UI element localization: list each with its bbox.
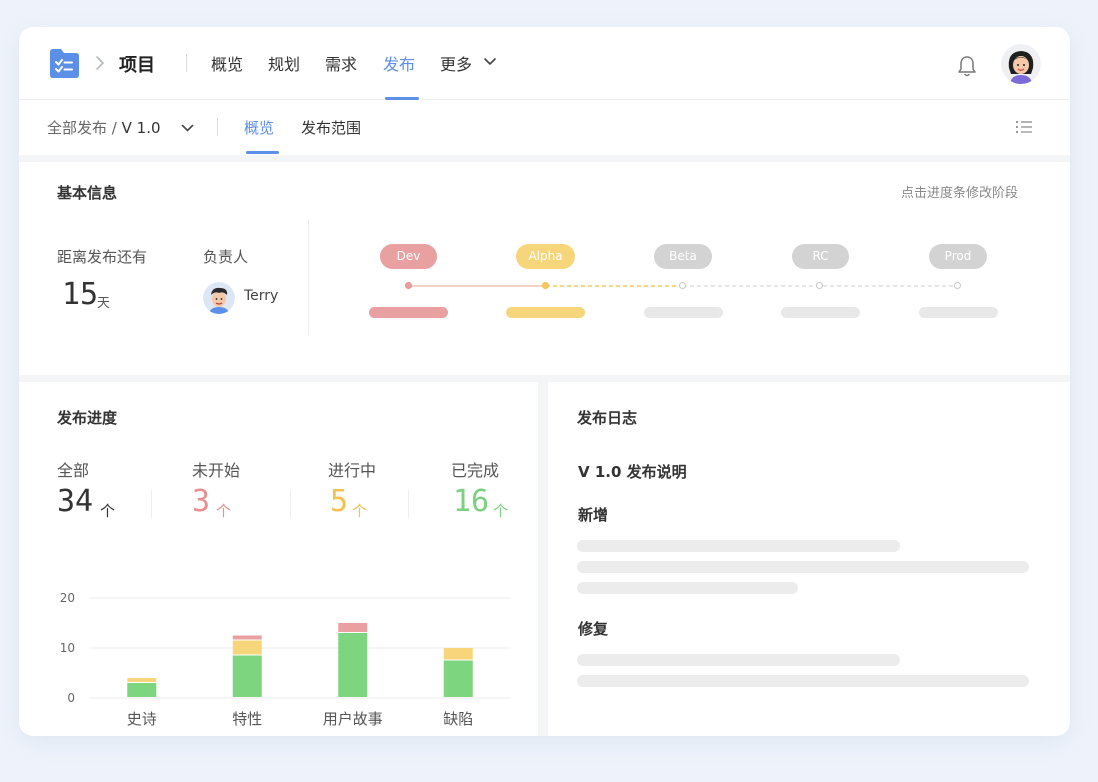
stage-pill-prod[interactable]: Prod — [929, 244, 987, 269]
release-log-card: 发布日志 V 1.0 发布说明 新增 修复 — [548, 382, 1070, 736]
chart-bar-segment — [338, 623, 368, 632]
stage-dot-dev[interactable] — [405, 282, 412, 289]
chart-y-tick-label: 0 — [67, 691, 75, 705]
release-log-title: 发布日志 — [577, 409, 638, 427]
chart-category-label: 特性 — [232, 710, 262, 728]
release-progress-chart: 0 10 20 史诗 特性 用户故事 缺陷 — [60, 591, 511, 728]
list-view-icon[interactable] — [1015, 119, 1033, 135]
section-fix-heading: 修复 — [578, 620, 609, 638]
stage-dot-alpha[interactable] — [542, 282, 549, 289]
stage-bar-beta[interactable] — [644, 307, 723, 318]
crumb-version[interactable]: V 1.0 — [122, 119, 161, 137]
tab-planning[interactable]: 规划 — [268, 51, 300, 75]
tab-release[interactable]: 发布 — [383, 51, 415, 75]
tab-more[interactable]: 更多 — [440, 51, 472, 75]
chart-bar-segment — [127, 678, 157, 682]
tab-overview[interactable]: 概览 — [211, 51, 243, 75]
stage-dot-rc[interactable] — [816, 282, 823, 289]
subtab-overview[interactable]: 概览 — [244, 117, 274, 138]
release-progress-card: 发布进度 全部 34 个 未开始 3 个 进行中 5 个 已完成 16 个 01… — [19, 382, 538, 736]
project-title[interactable]: 项目 — [119, 51, 155, 77]
user-avatar[interactable] — [1001, 44, 1041, 84]
nav-divider — [186, 54, 187, 72]
stage-pill-alpha[interactable]: Alpha — [516, 244, 575, 269]
skeleton-line — [577, 675, 1029, 687]
skeleton-line — [577, 654, 900, 666]
stage-bar-rc[interactable] — [781, 307, 860, 318]
skeleton-line — [577, 540, 900, 552]
active-subtab-indicator — [246, 151, 279, 154]
stage-dot-prod[interactable] — [954, 282, 961, 289]
chart-bar-segment — [443, 648, 473, 660]
chart-category-label: 史诗 — [127, 710, 157, 728]
skeleton-line — [577, 582, 798, 594]
stage-pill-rc[interactable]: RC — [792, 244, 849, 269]
chart-y-tick-label: 20 — [60, 591, 75, 605]
section-new-heading: 新增 — [578, 506, 609, 524]
chart-bar-segment — [443, 660, 473, 697]
tab-requirements[interactable]: 需求 — [325, 51, 357, 75]
chart-bar-segment — [232, 635, 262, 640]
chart-bar-segment — [127, 683, 157, 697]
basic-info-card: 基本信息 点击进度条修改阶段 距离发布还有 15 天 负责人 Terry Dev… — [19, 162, 1070, 375]
project-app-icon[interactable] — [47, 46, 82, 81]
stage-pill-beta[interactable]: Beta — [654, 244, 712, 269]
release-breadcrumb[interactable]: 全部发布 / V 1.0 — [47, 117, 161, 138]
chart-bar-segment — [338, 633, 368, 697]
stage-dot-beta[interactable] — [679, 282, 686, 289]
top-nav: 项目 概览 规划 需求 发布 更多 — [19, 27, 1070, 100]
stage-bar-alpha[interactable] — [506, 307, 585, 318]
release-notes-title: V 1.0 发布说明 — [578, 463, 687, 481]
crumb-all-releases[interactable]: 全部发布 — [47, 119, 107, 137]
chart-category-label: 缺陷 — [443, 710, 473, 728]
avatar-illustration-icon — [1001, 44, 1041, 84]
stage-pill-dev[interactable]: Dev — [380, 244, 437, 269]
subtab-release-scope[interactable]: 发布范围 — [301, 117, 361, 138]
release-subbar: 全部发布 / V 1.0 概览 发布范围 — [19, 100, 1070, 155]
chart-bar-segment — [232, 655, 262, 697]
chart-y-tick-label: 10 — [60, 641, 75, 655]
chart-category-label: 用户故事 — [323, 710, 383, 728]
crumb-separator: / — [111, 119, 117, 137]
stage-bar-prod[interactable] — [919, 307, 998, 318]
app-window: 项目 概览 规划 需求 发布 更多 全部发布 / V 1.0 概览 发布范围 基… — [19, 27, 1070, 736]
sub-divider — [217, 118, 218, 136]
chevron-right-icon — [96, 56, 105, 70]
chevron-down-icon[interactable] — [483, 57, 497, 67]
chart-bar-segment — [232, 640, 262, 655]
stage-bar-dev[interactable] — [369, 307, 448, 318]
bell-icon[interactable] — [956, 54, 978, 78]
chevron-down-icon[interactable] — [181, 124, 194, 133]
skeleton-line — [577, 561, 1029, 573]
